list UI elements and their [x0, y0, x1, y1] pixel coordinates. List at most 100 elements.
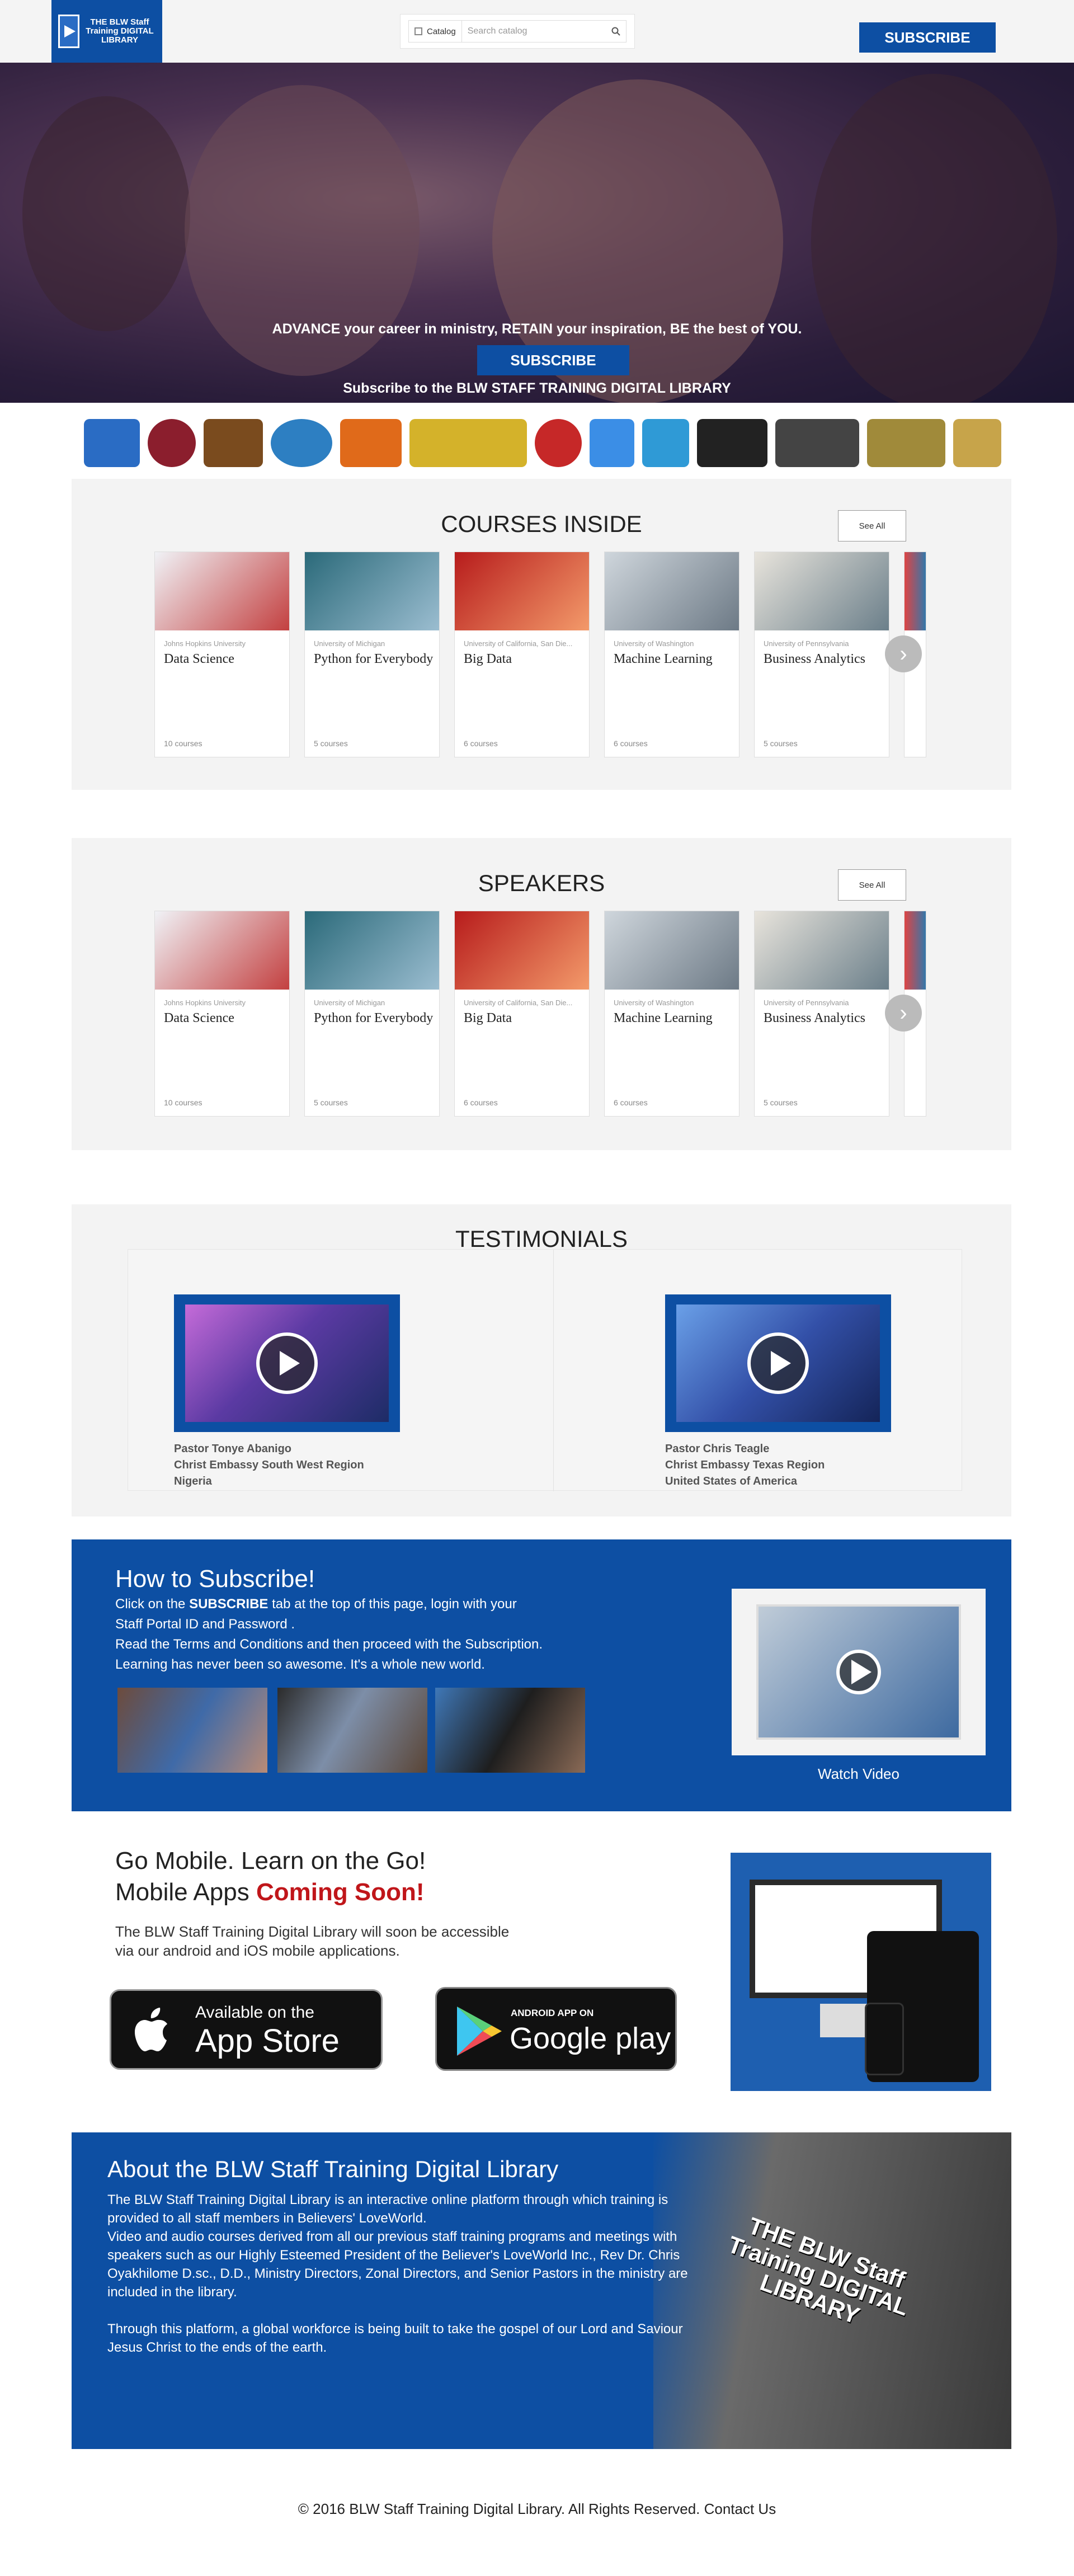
phone — [865, 2003, 904, 2075]
partner-logo[interactable] — [590, 418, 634, 467]
mobile-title: Go Mobile. Learn on the Go! — [115, 1847, 426, 1875]
devices-illustration — [731, 1853, 991, 2091]
course-count: 5 courses — [314, 739, 348, 748]
top-header: THE BLW Staff Training DIGITAL LIBRARY C… — [0, 0, 1074, 63]
course-card[interactable]: Johns Hopkins University Data Science 10 c… — [154, 911, 290, 1117]
course-title: Machine Learning — [614, 1011, 713, 1025]
testimonials-slider: Pastor Tonye Abanigo Christ Embassy Sout… — [128, 1249, 962, 1491]
search-icon[interactable] — [611, 27, 620, 36]
play-icon[interactable] — [836, 1650, 881, 1694]
search-placeholder: Search catalog — [467, 26, 527, 36]
logo-text: THE BLW Staff Training DIGITAL LIBRARY — [86, 17, 154, 45]
watch-video-link[interactable]: Watch Video — [732, 1765, 986, 1783]
google-play-small-text: ANDROID APP ON — [511, 2008, 594, 2018]
subscribe-button[interactable]: SUBSCRIBE — [859, 22, 996, 53]
course-thumbnail — [755, 552, 889, 630]
how-line: Staff Portal ID and Password . — [115, 1617, 295, 1632]
partner-logo[interactable] — [271, 418, 332, 467]
course-thumbnail — [155, 552, 289, 630]
app-store-button[interactable]: Available on the App Store — [110, 1989, 383, 2070]
course-thumbnail — [155, 911, 289, 990]
courses-section: COURSES INSIDE See All Johns Hopkins Uni… — [72, 479, 1011, 790]
partner-logo[interactable] — [953, 418, 1001, 467]
play-icon[interactable] — [747, 1332, 809, 1394]
course-thumbnail — [605, 552, 739, 630]
google-play-big-text: Google play — [510, 2022, 671, 2055]
search-input[interactable]: Search catalog — [461, 20, 626, 43]
course-card[interactable]: University of Michigan Python for Everybo… — [304, 911, 440, 1117]
testimonial-place: Nigeria — [174, 1475, 212, 1487]
course-university: University of Pennsylvania — [764, 999, 849, 1007]
how-to-subscribe-section: How to Subscribe! Click on the SUBSCRIBE… — [72, 1539, 1011, 1811]
course-card[interactable]: Johns Hopkins University Data Science 10 c… — [154, 552, 290, 757]
catalog-button[interactable]: Catalog — [408, 20, 462, 43]
speakers-section: SPEAKERS See All Johns Hopkins Universit… — [72, 838, 1011, 1150]
how-line: Learning has never been so awesome. It's… — [115, 1657, 485, 1672]
partner-logo[interactable] — [84, 418, 140, 467]
play-icon[interactable] — [256, 1332, 318, 1394]
course-university: University of Michigan — [314, 999, 385, 1007]
course-count: 10 courses — [164, 739, 202, 748]
partner-logos — [84, 416, 1001, 469]
course-thumbnail — [755, 911, 889, 990]
partner-logo[interactable] — [340, 418, 402, 467]
course-thumbnail — [605, 911, 739, 990]
footer: © 2016 BLW Staff Training Digital Librar… — [0, 2500, 1074, 2518]
course-title: Big Data — [464, 652, 512, 666]
testimonial-church: Christ Embassy South West Region — [174, 1459, 364, 1471]
how-image — [435, 1688, 585, 1773]
partner-logo[interactable] — [148, 418, 196, 467]
partner-logo[interactable] — [697, 418, 767, 467]
course-count: 6 courses — [464, 739, 498, 748]
how-image — [117, 1688, 267, 1773]
speakers-see-all-button[interactable]: See All — [838, 869, 906, 901]
testimonial-video[interactable] — [665, 1294, 891, 1432]
apple-icon — [135, 2008, 167, 2051]
course-count: 5 courses — [764, 1098, 798, 1107]
chevron-right-icon[interactable]: › — [885, 635, 922, 672]
partner-logo[interactable] — [204, 418, 263, 467]
course-title: Python for Everybody — [314, 652, 434, 666]
google-play-button[interactable]: ANDROID APP ON Google play — [435, 1987, 677, 2071]
course-title: Big Data — [464, 1011, 512, 1025]
partner-logo[interactable] — [642, 418, 689, 467]
contact-us-link[interactable]: Contact Us — [704, 2500, 776, 2517]
course-card[interactable]: University of California, San Die... Big … — [454, 911, 590, 1117]
course-title: Python for Everybody — [314, 1011, 434, 1025]
course-card[interactable]: University of California, San Die... Big … — [454, 552, 590, 757]
hero-subtext: Subscribe to the BLW STAFF TRAINING DIGI… — [343, 380, 731, 396]
mobile-desc-line: via our android and iOS mobile applicati… — [115, 1942, 400, 1959]
testimonial-place: United States of America — [665, 1475, 797, 1487]
partner-logo[interactable] — [775, 418, 859, 467]
speakers-carousel: Johns Hopkins University Data Science 10 c… — [154, 911, 980, 1118]
course-count: 10 courses — [164, 1098, 202, 1107]
course-card[interactable]: University of Michigan Python for Everybo… — [304, 552, 440, 757]
testimonial-video[interactable] — [174, 1294, 400, 1432]
course-title: Data Science — [164, 652, 234, 666]
partner-logo[interactable] — [409, 418, 527, 467]
copyright-text: © 2016 BLW Staff Training Digital Librar… — [298, 2500, 700, 2517]
testimonial-author: Pastor Tonye Abanigo Christ Embassy Sout… — [174, 1441, 364, 1490]
watch-video-thumbnail[interactable] — [732, 1589, 986, 1755]
mobile-description: The BLW Staff Training Digital Library w… — [115, 1922, 509, 1960]
about-paragraph: Video and audio courses derived from all… — [107, 2229, 688, 2300]
course-count: 5 courses — [314, 1098, 348, 1107]
mobile-subtitle: Mobile Apps Coming Soon! — [115, 1878, 425, 1906]
hero-subscribe-button[interactable]: SUBSCRIBE — [477, 345, 629, 375]
chevron-right-icon[interactable]: › — [885, 995, 922, 1032]
course-card[interactable]: University of Pennsylvania Business Analy… — [754, 552, 889, 757]
testimonial-author: Pastor Chris Teagle Christ Embassy Texas… — [665, 1441, 825, 1490]
course-card[interactable]: University of Pennsylvania Business Analy… — [754, 911, 889, 1117]
site-logo[interactable]: THE BLW Staff Training DIGITAL LIBRARY — [51, 0, 162, 63]
partner-logo[interactable] — [535, 418, 582, 467]
partner-logo[interactable] — [867, 418, 945, 467]
course-thumbnail — [455, 552, 589, 630]
courses-see-all-button[interactable]: See All — [838, 510, 906, 541]
course-university: Johns Hopkins University — [164, 639, 246, 648]
course-count: 6 courses — [614, 1098, 648, 1107]
how-subscribe-word: SUBSCRIBE — [189, 1597, 268, 1612]
mobile-desc-line: The BLW Staff Training Digital Library w… — [115, 1923, 510, 1940]
search-bar: Catalog Search catalog — [400, 14, 635, 49]
course-card[interactable]: University of Washington Machine Learning… — [604, 552, 739, 757]
course-card[interactable]: University of Washington Machine Learning… — [604, 911, 739, 1117]
